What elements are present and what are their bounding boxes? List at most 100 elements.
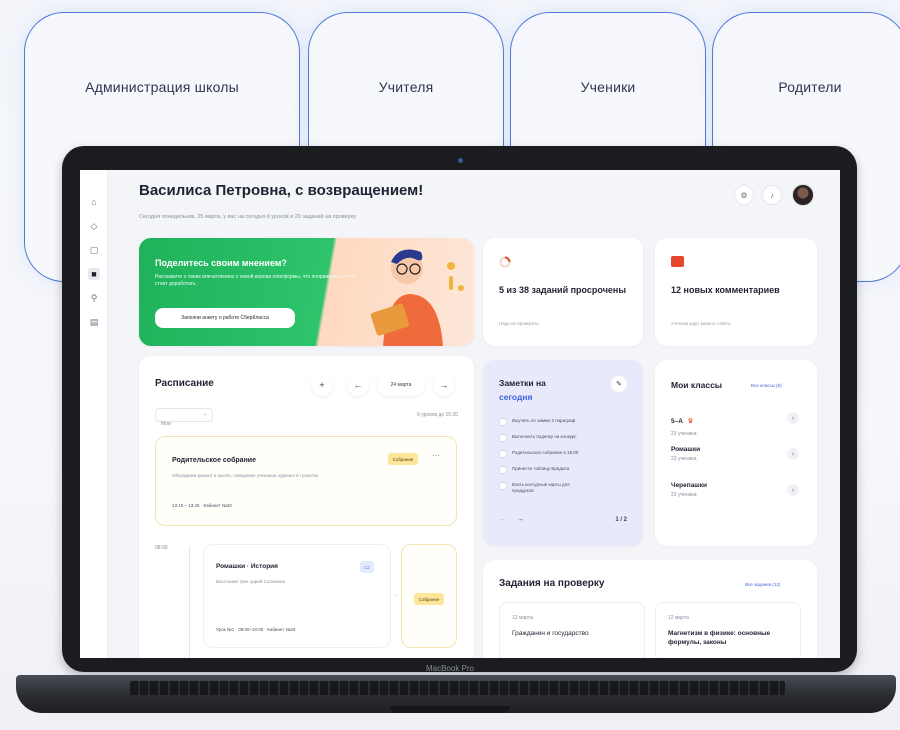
schedule-title: Расписание bbox=[155, 378, 214, 389]
feedback-banner: Поделитесь своим мнением? Расскажите о с… bbox=[139, 238, 474, 346]
home-icon[interactable]: ⌂ bbox=[88, 196, 100, 208]
arrow-left-icon[interactable]: ← bbox=[347, 374, 369, 396]
task-date: 12 марта bbox=[668, 615, 689, 621]
event-badge: Собрание bbox=[414, 593, 444, 605]
note-checkbox[interactable] bbox=[499, 466, 507, 474]
schedule-card: Расписание + ← 24 марта → Мои ⌄ 6 уроков… bbox=[139, 356, 474, 658]
notes-title: Заметки на bbox=[499, 378, 546, 388]
note-item[interactable]: Принести таблицу Брадиса bbox=[499, 466, 612, 474]
overdue-subtitle: Надо их проверить bbox=[499, 321, 539, 326]
progress-ring-icon bbox=[499, 256, 511, 268]
note-checkbox[interactable] bbox=[499, 434, 507, 442]
class-name: Ромашки bbox=[671, 446, 701, 453]
classes-card: Мои классы Все классы (6) 5–А ♛ 23 учени… bbox=[655, 360, 817, 546]
document-icon[interactable]: ▢ bbox=[88, 244, 100, 256]
class-row[interactable]: Ромашки 23 ученика › bbox=[671, 446, 799, 462]
laptop-brand: MacBook Pro bbox=[425, 664, 475, 673]
class-name: 5–А bbox=[671, 418, 683, 425]
task-card[interactable]: 12 марта Гражданин и государство bbox=[499, 602, 645, 658]
class-name: Черепашки bbox=[671, 482, 707, 489]
side-event-card[interactable]: Собрание bbox=[401, 544, 457, 648]
calendar-icon[interactable]: ▤ bbox=[88, 316, 100, 328]
timeline bbox=[189, 546, 190, 658]
all-tasks-link[interactable]: Все задания (12) bbox=[745, 582, 780, 587]
classes-title: Мои классы bbox=[671, 380, 723, 390]
task-title: Гражданин и государство bbox=[512, 630, 589, 637]
note-item[interactable]: Выучить по химии 3 параграф bbox=[499, 418, 612, 426]
note-text: Родительское собрание в 18:00 bbox=[512, 450, 579, 455]
chevron-down-icon: ⌄ bbox=[202, 411, 207, 417]
date-picker[interactable]: 24 марта bbox=[377, 374, 425, 396]
event-title: Родительское собрание bbox=[172, 457, 256, 464]
note-checkbox[interactable] bbox=[499, 450, 507, 458]
lesson-title: Ромашки · История bbox=[216, 563, 278, 570]
lesson-meta: Урок №1 · 09:00–10:00 · Кабинет №33 bbox=[216, 627, 296, 632]
role-label: Администрация школы bbox=[85, 79, 239, 95]
journal-icon[interactable]: ■ bbox=[88, 268, 100, 280]
arrow-right-icon[interactable]: → bbox=[433, 374, 455, 396]
comments-title: 12 новых комментариев bbox=[671, 285, 780, 295]
avatar[interactable] bbox=[792, 184, 814, 206]
arrow-left-icon: ← bbox=[395, 592, 400, 598]
more-icon[interactable]: ··· bbox=[432, 451, 440, 460]
notes-card: Заметки на сегодня ✎ Выучить по химии 3 … bbox=[483, 360, 643, 546]
person-with-tablet-illustration bbox=[370, 249, 464, 346]
note-item[interactable]: Взять контурные карты для придурков bbox=[499, 482, 582, 494]
task-date: 12 марта bbox=[512, 615, 533, 621]
lesson-description: Восстание трех царей Соломона bbox=[216, 579, 286, 584]
add-icon[interactable]: + bbox=[311, 374, 333, 396]
arrow-right-icon[interactable]: → bbox=[517, 516, 524, 523]
notes-title-accent: сегодня bbox=[499, 392, 533, 402]
tasks-card: Задания на проверку Все задания (12) 12 … bbox=[483, 560, 817, 658]
banner-title: Поделитесь своим мнением? bbox=[155, 258, 287, 268]
keyboard bbox=[130, 681, 785, 695]
notes-pager: 1 / 2 bbox=[615, 517, 627, 523]
overdue-card[interactable]: 5 из 38 заданий просрочены Надо их прове… bbox=[483, 238, 643, 346]
tasks-title: Задания на проверку bbox=[499, 578, 605, 589]
sidebar: ⌂ ◇ ▢ ■ ⚲ ▤ bbox=[80, 170, 108, 658]
graduation-icon[interactable]: ◇ bbox=[88, 220, 100, 232]
edit-icon[interactable]: ✎ bbox=[611, 376, 627, 392]
role-label: Ученики bbox=[580, 79, 636, 95]
video-icon[interactable]: ▭ bbox=[360, 561, 374, 573]
task-title: Магнетизм в физике: основные формулы, за… bbox=[668, 630, 771, 646]
class-row[interactable]: Черепашки 23 ученика › bbox=[671, 482, 799, 498]
class-count: 23 ученика bbox=[671, 431, 697, 437]
chevron-right-icon[interactable]: › bbox=[787, 448, 799, 460]
lesson-card[interactable]: Ромашки · История ▭ Восстание трех царей… bbox=[203, 544, 391, 648]
overdue-title: 5 из 38 заданий просрочены bbox=[499, 285, 627, 295]
page-subtitle: Сегодня понедельник, 25 марта, у вас на … bbox=[139, 214, 356, 220]
note-checkbox[interactable] bbox=[499, 418, 507, 426]
crown-icon: ♛ bbox=[687, 418, 694, 425]
survey-button[interactable]: Заполни анкету о работе СберКласса bbox=[155, 308, 295, 328]
note-text: Взять контурные карты для придурков bbox=[512, 482, 570, 493]
page-title: Василиса Петровна, с возвращением! bbox=[139, 182, 424, 199]
chevron-right-icon[interactable]: › bbox=[787, 484, 799, 496]
settings-icon[interactable]: ⚙ bbox=[734, 185, 754, 205]
class-count: 23 ученика bbox=[671, 456, 697, 462]
arrow-left-icon[interactable]: ← bbox=[499, 516, 506, 523]
task-card[interactable]: 12 марта Магнетизм в физике: основные фо… bbox=[655, 602, 801, 658]
note-checkbox[interactable] bbox=[499, 482, 507, 490]
all-classes-link[interactable]: Все классы (6) bbox=[751, 383, 782, 388]
event-card[interactable]: Родительское собрание Собрание ··· Обсуж… bbox=[155, 436, 457, 526]
bell-icon[interactable]: ♪ bbox=[762, 185, 782, 205]
class-count: 23 ученика bbox=[671, 492, 697, 498]
event-room: Кабинет №33 bbox=[203, 503, 232, 508]
camera-icon bbox=[458, 158, 463, 163]
comments-card[interactable]: 12 новых комментариев Ученики ждут вашег… bbox=[655, 238, 817, 346]
chevron-right-icon[interactable]: › bbox=[787, 412, 799, 424]
role-label: Родители bbox=[778, 79, 842, 95]
event-badge: Собрание bbox=[388, 453, 418, 465]
note-text: Выполнить поделку на конкурс bbox=[512, 434, 577, 439]
location-icon[interactable]: ⚲ bbox=[88, 292, 100, 304]
note-item[interactable]: Родительское собрание в 18:00 bbox=[499, 450, 612, 458]
comments-subtitle: Ученики ждут вашего ответа bbox=[671, 321, 731, 326]
app-screen: ⌂ ◇ ▢ ■ ⚲ ▤ Василиса Петровна, с возвращ… bbox=[80, 170, 840, 658]
note-item[interactable]: Выполнить поделку на конкурс bbox=[499, 434, 612, 442]
filter-select[interactable]: Мои ⌄ bbox=[155, 408, 213, 427]
class-row[interactable]: 5–А ♛ 23 ученика › bbox=[671, 410, 799, 437]
event-time: 13:15 – 13:45 bbox=[172, 503, 200, 508]
filter-value: Мои bbox=[161, 421, 171, 427]
laptop-notch bbox=[390, 706, 510, 713]
